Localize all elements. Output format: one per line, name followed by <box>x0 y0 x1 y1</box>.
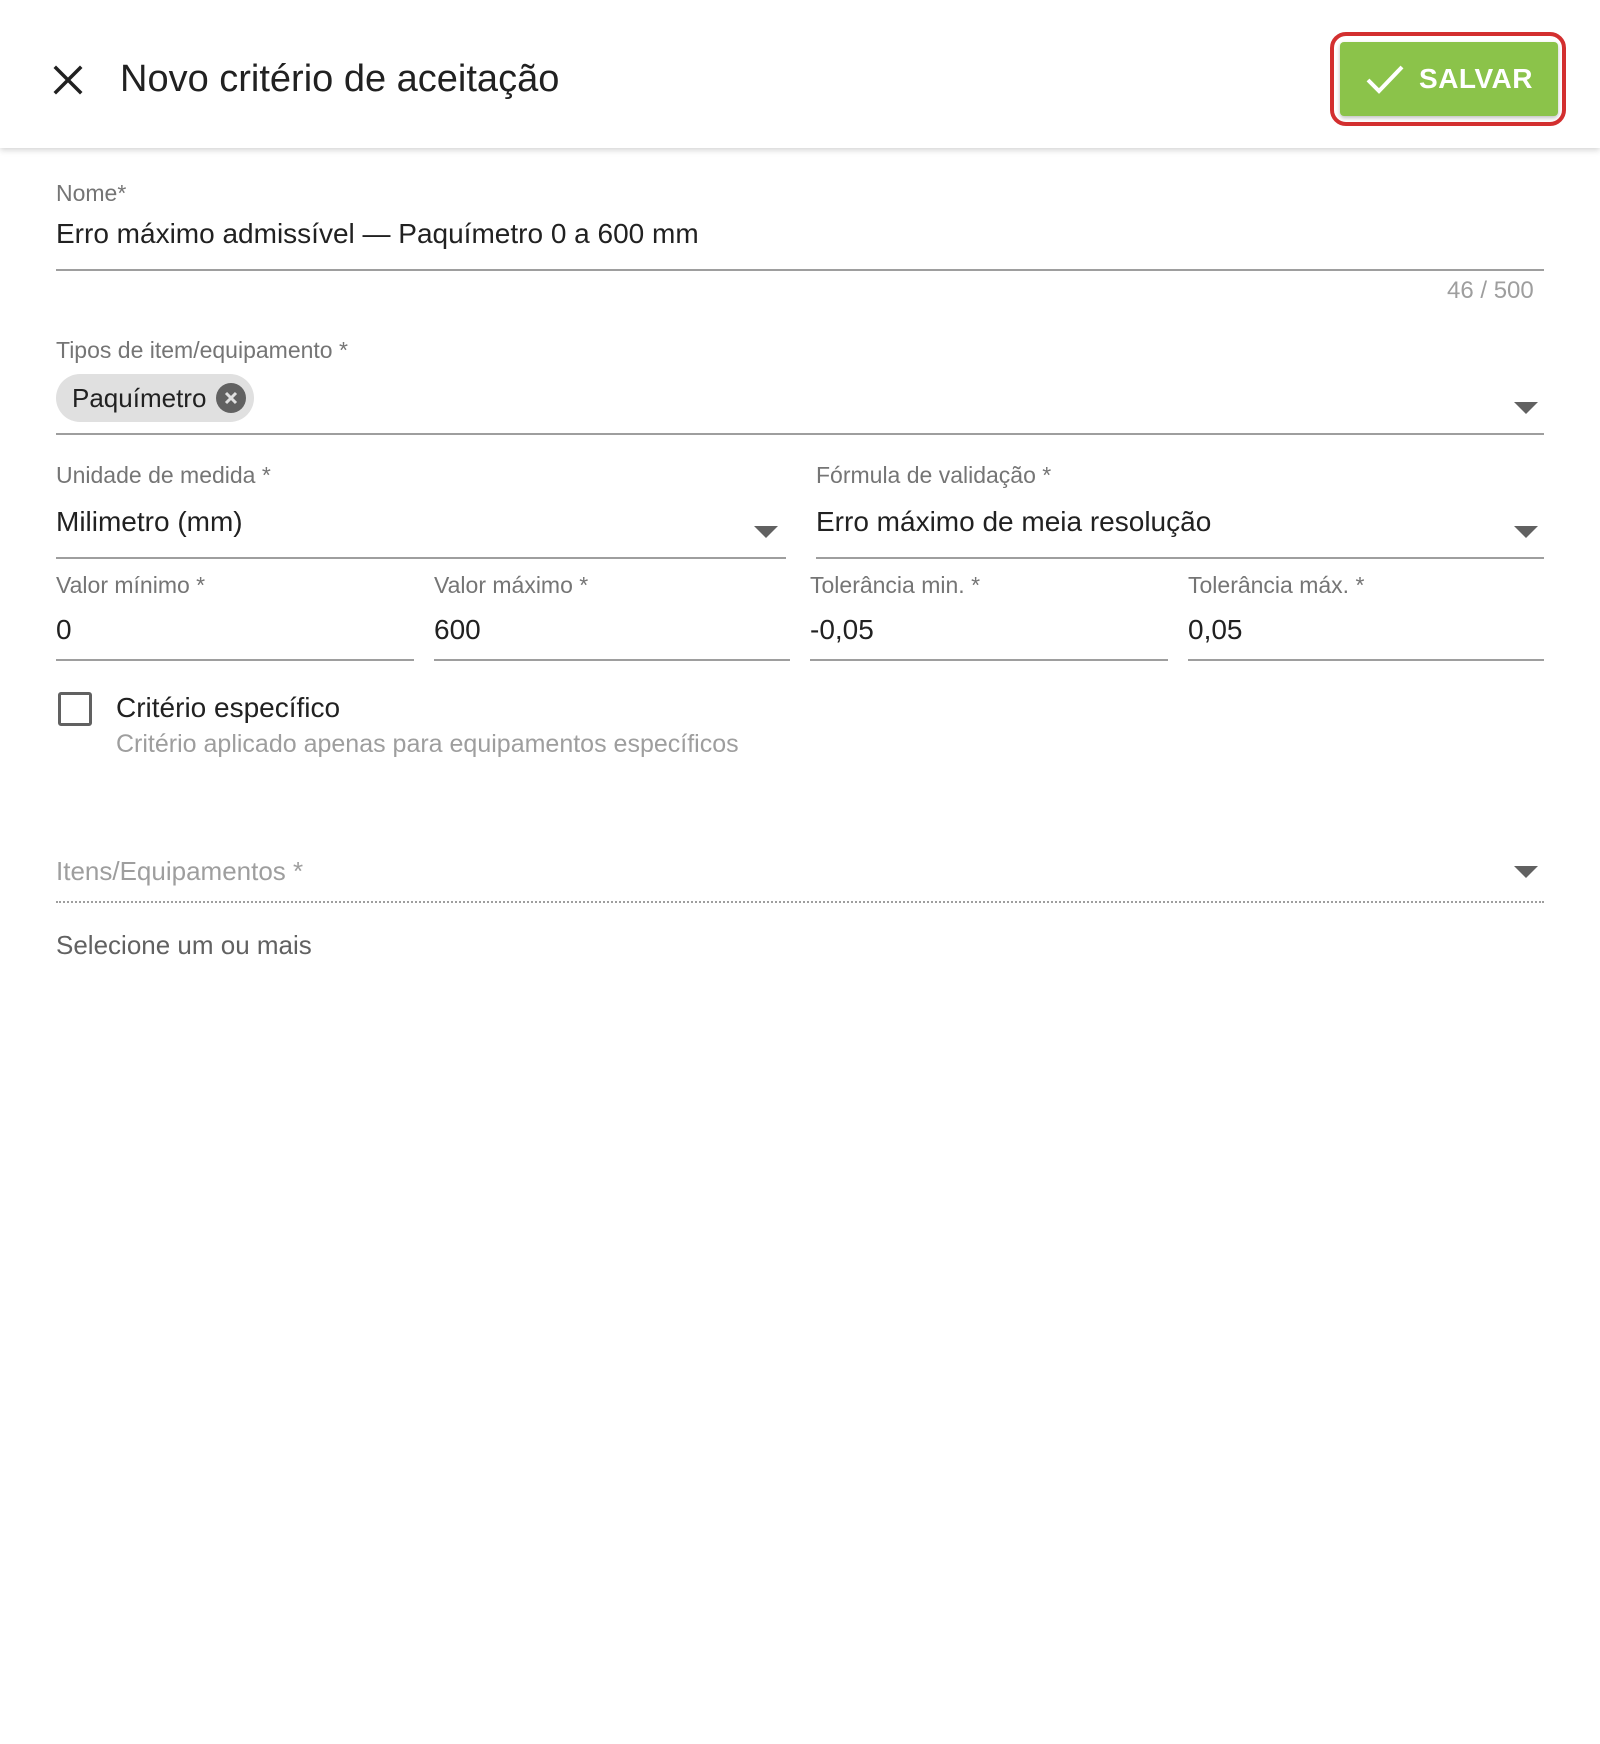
tol-min-field[interactable]: -0,05 <box>810 614 874 646</box>
specific-criteria-help: Critério aplicado apenas para equipament… <box>116 730 739 758</box>
items-underline <box>56 901 1544 903</box>
item-types-underline <box>56 433 1544 435</box>
unit-dropdown-arrow[interactable] <box>754 526 778 538</box>
chip-remove-button[interactable] <box>216 383 247 413</box>
unit-select[interactable]: Milimetro (mm) <box>56 506 243 538</box>
chip-label: Paquímetro <box>72 382 207 413</box>
close-circle-icon <box>225 391 238 405</box>
items-select[interactable]: Itens/Equipamentos * <box>56 856 303 887</box>
min-value-underline <box>56 659 414 661</box>
max-value-field[interactable]: 600 <box>434 614 481 646</box>
specific-criteria-checkbox[interactable] <box>58 692 92 726</box>
formula-select[interactable]: Erro máximo de meia resolução <box>816 506 1211 538</box>
tol-min-label: Tolerância min. * <box>810 572 981 598</box>
formula-dropdown-arrow[interactable] <box>1514 526 1538 538</box>
page-title: Novo critério de aceitação <box>120 58 560 100</box>
item-types-dropdown-arrow[interactable] <box>1514 402 1538 414</box>
name-label: Nome* <box>56 180 127 206</box>
max-value-underline <box>434 659 790 661</box>
save-button[interactable]: SALVAR <box>1340 42 1558 116</box>
items-hint: Selecione um ou mais <box>56 930 312 960</box>
name-underline <box>56 269 1544 271</box>
tol-max-field[interactable]: 0,05 <box>1188 614 1243 646</box>
dialog-header: Novo critério de aceitação SALVAR <box>0 0 1600 148</box>
min-value-field[interactable]: 0 <box>56 614 72 646</box>
tol-max-underline <box>1188 659 1544 661</box>
tol-min-underline <box>810 659 1168 661</box>
min-value-label: Valor mínimo * <box>56 572 206 598</box>
formula-underline <box>816 557 1544 559</box>
item-type-chip[interactable]: Paquímetro <box>56 374 255 422</box>
unit-label: Unidade de medida * <box>56 462 271 488</box>
specific-criteria-label[interactable]: Critério específico <box>116 692 340 724</box>
character-counter: 46 / 500 <box>1447 277 1534 304</box>
max-value-label: Valor máximo * <box>434 572 589 598</box>
unit-underline <box>56 557 786 559</box>
check-icon <box>1366 65 1404 94</box>
name-field[interactable]: Erro máximo admissível — Paquímetro 0 a … <box>56 218 699 250</box>
close-button[interactable] <box>40 52 96 108</box>
tol-max-label: Tolerância máx. * <box>1188 572 1365 598</box>
close-icon <box>53 65 83 95</box>
item-types-label: Tipos de item/equipamento * <box>56 337 348 363</box>
save-button-label: SALVAR <box>1419 63 1533 94</box>
items-dropdown-arrow[interactable] <box>1514 866 1538 878</box>
formula-label: Fórmula de validação * <box>816 462 1052 488</box>
